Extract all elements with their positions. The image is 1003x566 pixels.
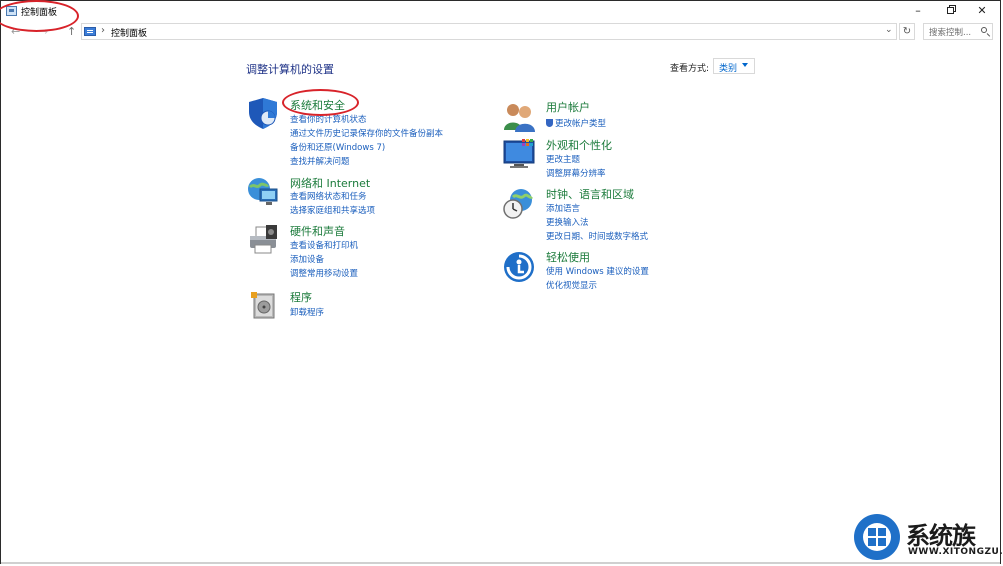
category-programs[interactable]: 程序 <box>290 289 312 305</box>
link-add-device[interactable]: 添加设备 <box>290 253 324 265</box>
link-change-account-type[interactable]: 更改帐户类型 <box>546 117 606 129</box>
restore-button[interactable] <box>935 1 965 21</box>
chevron-down-icon[interactable]: ⌄ <box>885 25 893 35</box>
link-mobility-settings[interactable]: 调整常用移动设置 <box>290 267 358 279</box>
breadcrumb-control-panel[interactable]: 控制面板 <box>111 26 147 39</box>
close-button[interactable]: ✕ <box>967 1 997 21</box>
link-devices-printers[interactable]: 查看设备和打印机 <box>290 239 358 251</box>
restore-icon <box>946 7 954 14</box>
address-bar[interactable]: › 控制面板 ⌄ <box>81 23 897 40</box>
watermark-url: WWW.XITONGZU.COM <box>908 547 1003 557</box>
link-optimize-visual-display[interactable]: 优化视觉显示 <box>546 279 597 291</box>
link-file-history[interactable]: 通过文件历史记录保存你的文件备份副本 <box>290 127 443 139</box>
search-placeholder: 搜索控制... <box>929 28 972 38</box>
link-change-input-method[interactable]: 更换输入法 <box>546 216 589 228</box>
programs-icon[interactable] <box>246 288 280 322</box>
link-change-theme[interactable]: 更改主题 <box>546 153 580 165</box>
taskbar-edge <box>1 562 1000 564</box>
watermark: 系统族 WWW.XITONGZU.COM <box>852 512 1003 564</box>
category-network-internet[interactable]: 网络和 Internet <box>290 175 370 191</box>
up-arrow-icon[interactable]: ↑ <box>67 25 76 38</box>
link-screen-resolution[interactable]: 调整屏幕分辨率 <box>546 167 606 179</box>
link-backup-restore[interactable]: 备份和还原(Windows 7) <box>290 141 385 153</box>
link-change-account-type-label: 更改帐户类型 <box>555 119 607 129</box>
control-panel-icon <box>84 27 96 36</box>
chevron-right-icon: › <box>101 25 105 36</box>
link-recommended-settings[interactable]: 使用 Windows 建议的设置 <box>546 265 649 277</box>
page-title: 调整计算机的设置 <box>246 63 334 76</box>
network-icon[interactable] <box>246 175 280 209</box>
users-icon[interactable] <box>502 100 536 134</box>
view-by-select[interactable]: 类别 <box>713 58 755 74</box>
category-ease-of-access[interactable]: 轻松使用 <box>546 249 590 265</box>
search-icon[interactable] <box>981 27 987 33</box>
minimize-button[interactable]: – <box>903 1 933 21</box>
view-by-value: 类别 <box>719 64 738 74</box>
navigation-bar: ← → ↑ › 控制面板 ⌄ ↻ 搜索控制... <box>1 22 1000 42</box>
category-hardware-sound[interactable]: 硬件和声音 <box>290 223 345 239</box>
link-network-status[interactable]: 查看网络状态和任务 <box>290 190 367 202</box>
view-by-label: 查看方式: <box>670 64 710 74</box>
link-add-language[interactable]: 添加语言 <box>546 202 580 214</box>
shield-icon[interactable] <box>246 96 280 130</box>
category-appearance[interactable]: 外观和个性化 <box>546 137 612 153</box>
uac-shield-icon <box>546 119 553 127</box>
link-uninstall-program[interactable]: 卸载程序 <box>290 306 324 318</box>
link-troubleshoot[interactable]: 查找并解决问题 <box>290 155 350 167</box>
title-bar: 控制面板 – ✕ <box>1 1 1000 21</box>
refresh-button[interactable]: ↻ <box>899 23 915 40</box>
category-clock-language-region[interactable]: 时钟、语言和区域 <box>546 186 634 202</box>
link-change-date-time-format[interactable]: 更改日期、时间或数字格式 <box>546 230 648 242</box>
annotation-circle-system-security <box>282 89 359 116</box>
printer-icon[interactable] <box>246 223 280 257</box>
accessibility-icon[interactable] <box>502 250 536 284</box>
watermark-logo <box>854 514 900 560</box>
chevron-down-icon <box>742 63 748 67</box>
search-input[interactable]: 搜索控制... <box>923 23 993 40</box>
watermark-text: 系统族 <box>906 522 976 550</box>
link-homegroup[interactable]: 选择家庭组和共享选项 <box>290 204 375 216</box>
category-user-accounts[interactable]: 用户帐户 <box>546 99 590 115</box>
clock-globe-icon[interactable] <box>502 187 536 221</box>
appearance-icon[interactable] <box>502 137 536 171</box>
windows-logo-icon <box>868 528 886 546</box>
window-frame <box>0 0 1001 564</box>
